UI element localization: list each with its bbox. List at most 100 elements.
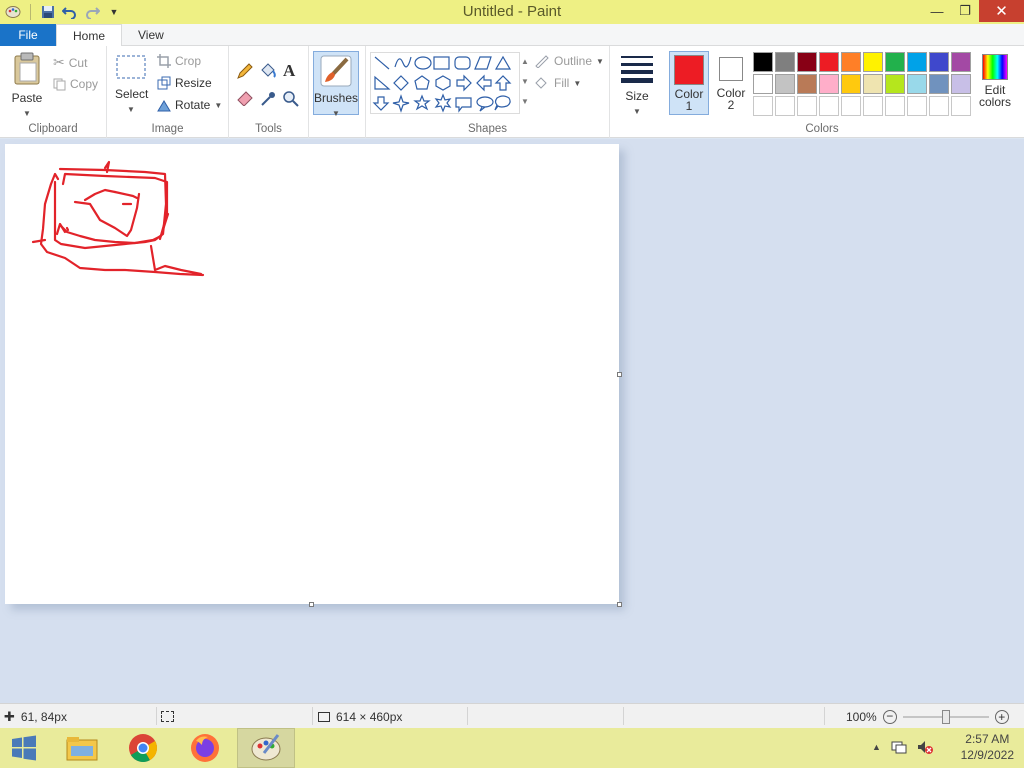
restore-button[interactable]: ❐	[951, 0, 979, 22]
custom-color-slot[interactable]	[753, 96, 773, 116]
palette-color-swatch[interactable]	[819, 52, 839, 72]
palette-color-swatch[interactable]	[863, 52, 883, 72]
palette-color-swatch[interactable]	[907, 74, 927, 94]
custom-color-slot[interactable]	[907, 96, 927, 116]
cursor-position: ✚ 61, 84px	[4, 704, 67, 729]
palette-color-swatch[interactable]	[819, 74, 839, 94]
drawing-canvas[interactable]	[5, 144, 622, 607]
color-picker-tool[interactable]	[259, 90, 277, 108]
shapes-icons[interactable]	[371, 53, 519, 113]
chevron-down-icon: ▼	[596, 56, 604, 66]
clock[interactable]: 2:57 AM 12/9/2022	[961, 731, 1014, 763]
zoom-slider[interactable]	[902, 709, 989, 724]
line-width-icon	[621, 56, 653, 83]
tab-file[interactable]: File	[0, 24, 56, 46]
pencil-tool[interactable]	[236, 62, 254, 80]
divider	[824, 707, 825, 725]
rotate-button[interactable]: Rotate ▼	[157, 98, 222, 112]
colors-group: Color 1 Color 2 Edit colors Colors	[665, 46, 1024, 138]
copy-button[interactable]: Copy	[53, 77, 98, 91]
zoom-out-button[interactable]: −	[882, 709, 897, 724]
palette-color-swatch[interactable]	[797, 52, 817, 72]
palette-color-swatch[interactable]	[753, 52, 773, 72]
custom-color-slot[interactable]	[819, 96, 839, 116]
undo-icon[interactable]	[61, 3, 79, 21]
resize-handle-bottom[interactable]	[309, 602, 314, 607]
custom-color-slot[interactable]	[929, 96, 949, 116]
custom-color-slot[interactable]	[797, 96, 817, 116]
palette-color-swatch[interactable]	[929, 52, 949, 72]
divider	[312, 707, 313, 725]
eraser-tool[interactable]	[236, 90, 254, 106]
rainbow-icon	[982, 54, 1008, 80]
zoom-level: 100%	[846, 709, 877, 724]
palette-color-swatch[interactable]	[951, 52, 971, 72]
pencil-icon	[237, 63, 253, 79]
chrome-icon	[129, 734, 157, 762]
crop-button[interactable]: Crop	[157, 54, 201, 68]
resize-handle-corner[interactable]	[617, 602, 622, 607]
palette-color-swatch[interactable]	[951, 74, 971, 94]
taskbar-file-explorer[interactable]	[53, 728, 111, 768]
fill-tool[interactable]	[259, 62, 277, 80]
resize-handle-right[interactable]	[617, 372, 622, 377]
zoom-slider-thumb[interactable]	[941, 709, 950, 724]
resize-label: Resize	[175, 76, 212, 90]
color2-button[interactable]: Color 2	[712, 51, 750, 115]
tab-view[interactable]: View	[122, 24, 180, 46]
customize-toolbar-chevron-icon[interactable]: ▼	[105, 3, 123, 21]
palette-color-swatch[interactable]	[929, 74, 949, 94]
color1-number: 1	[685, 99, 693, 113]
save-icon[interactable]	[39, 3, 57, 21]
color1-button[interactable]: Color 1	[669, 51, 709, 115]
magnifier-tool[interactable]	[282, 90, 300, 108]
taskbar-firefox[interactable]	[176, 728, 234, 768]
selection-size	[161, 704, 174, 729]
palette-color-swatch[interactable]	[775, 74, 795, 94]
fill-label: Fill	[554, 76, 570, 90]
palette-color-swatch[interactable]	[885, 52, 905, 72]
close-button[interactable]: ✕	[979, 0, 1024, 22]
volume-muted-icon[interactable]	[917, 739, 933, 755]
palette-color-swatch[interactable]	[841, 52, 861, 72]
taskbar-chrome[interactable]	[114, 728, 172, 768]
canvas-size: 614 × 460px	[318, 704, 402, 729]
cut-button[interactable]: ✂ Cut	[53, 54, 87, 71]
ribbon: Paste ▼ ✂ Cut Copy Clipboard Select ▼ Cr…	[0, 46, 1024, 138]
minimize-button[interactable]: —	[923, 0, 951, 22]
palette-color-swatch[interactable]	[797, 74, 817, 94]
brushes-group: Brushes ▼	[309, 46, 366, 138]
divider	[156, 707, 157, 725]
text-tool-icon[interactable]: A	[283, 61, 295, 81]
outline-button[interactable]: Outline ▼	[534, 54, 604, 68]
tab-home[interactable]: Home	[56, 24, 123, 47]
paste-button[interactable]: Paste ▼	[8, 52, 46, 119]
work-area[interactable]	[0, 139, 1024, 703]
size-button[interactable]: Size ▼	[618, 54, 656, 117]
show-hidden-icons-chevron-icon[interactable]: ▲	[872, 742, 881, 752]
custom-color-slot[interactable]	[951, 96, 971, 116]
palette-color-swatch[interactable]	[775, 52, 795, 72]
paint-app-icon[interactable]	[4, 3, 22, 21]
taskbar-paint[interactable]	[237, 728, 295, 768]
zoom-in-button[interactable]: +	[994, 709, 1009, 724]
custom-color-slot[interactable]	[775, 96, 795, 116]
quick-access-toolbar: ▼	[0, 0, 123, 24]
resize-button[interactable]: Resize	[157, 76, 212, 90]
shapes-scroll[interactable]: ▲ ▼ ▼	[520, 52, 530, 114]
start-button[interactable]	[0, 728, 48, 768]
palette-color-swatch[interactable]	[907, 52, 927, 72]
custom-color-slot[interactable]	[841, 96, 861, 116]
edit-colors-button[interactable]: Edit colors	[975, 54, 1015, 108]
redo-icon[interactable]	[83, 3, 101, 21]
custom-color-slot[interactable]	[863, 96, 883, 116]
palette-color-swatch[interactable]	[885, 74, 905, 94]
palette-color-swatch[interactable]	[863, 74, 883, 94]
fill-button[interactable]: Fill ▼	[534, 76, 581, 90]
palette-color-swatch[interactable]	[841, 74, 861, 94]
custom-color-slot[interactable]	[885, 96, 905, 116]
network-icon[interactable]	[891, 739, 907, 755]
palette-color-swatch[interactable]	[753, 74, 773, 94]
select-button[interactable]: Select ▼	[115, 54, 148, 115]
brushes-button[interactable]: Brushes ▼	[313, 51, 359, 118]
